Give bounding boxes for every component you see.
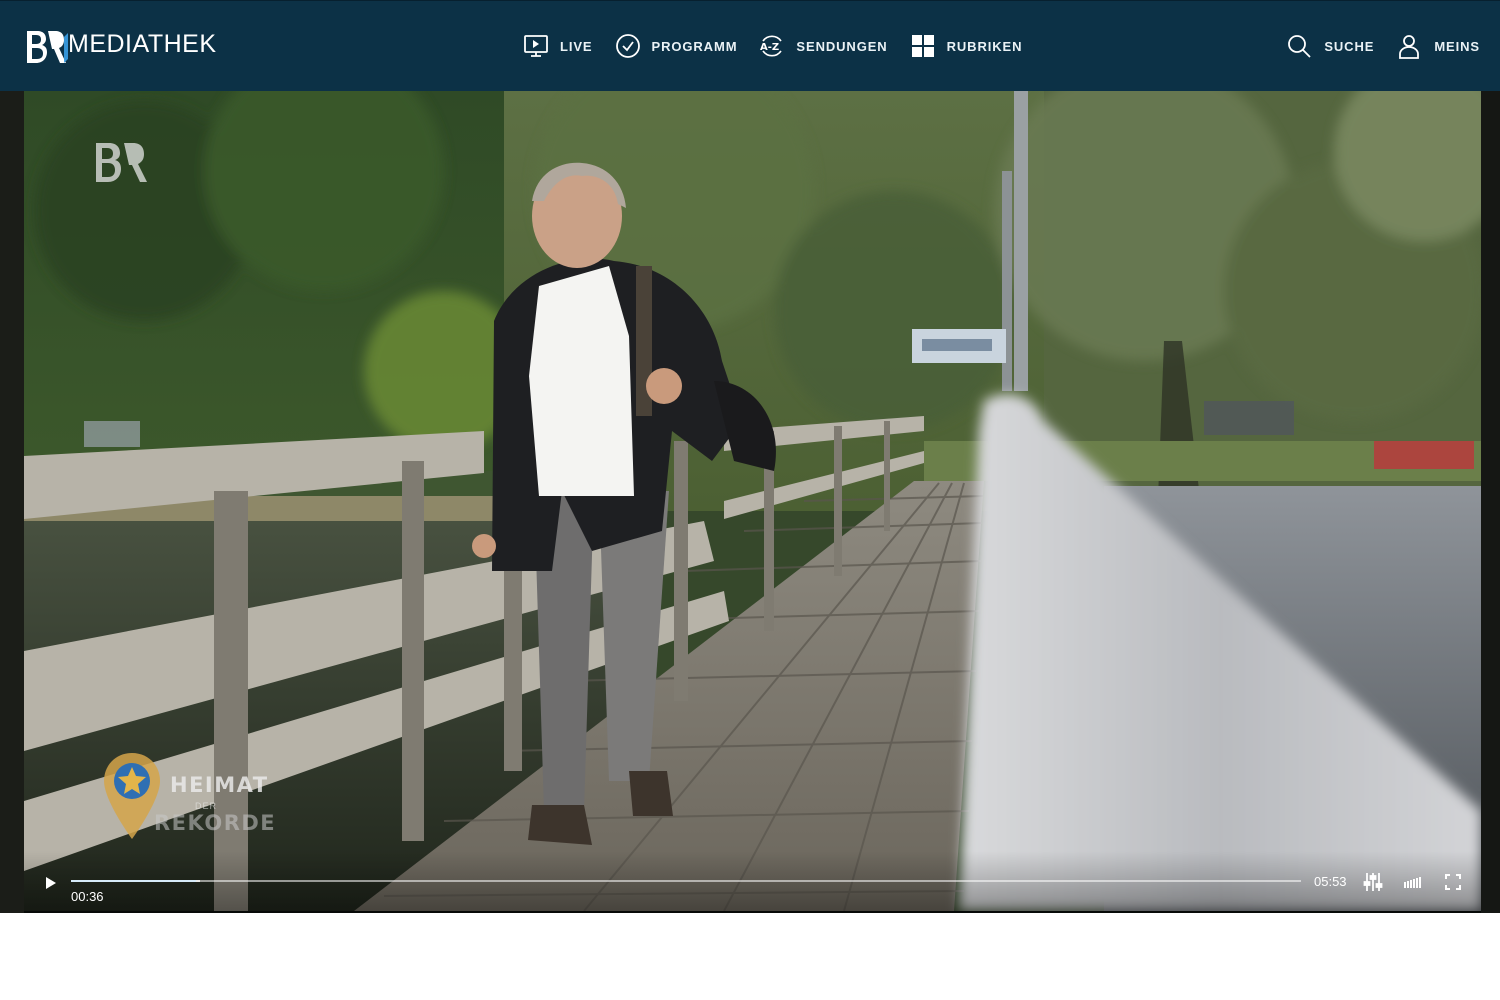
settings-sliders-icon[interactable] [1362, 871, 1384, 893]
nav-sendungen[interactable]: A-Z SENDUNGEN [759, 33, 887, 59]
player-letterbox-left [0, 91, 24, 913]
nav-programm[interactable]: PROGRAMM [615, 33, 738, 59]
monitor-play-icon [524, 35, 548, 57]
current-time: 00:36 [71, 889, 104, 904]
nav-live-label: LIVE [560, 38, 593, 54]
svg-text:A-Z: A-Z [760, 42, 779, 53]
fullscreen-icon[interactable] [1442, 871, 1464, 893]
nav-suche-label: SUCHE [1324, 38, 1375, 54]
clock-check-icon [615, 34, 640, 58]
nav-sendungen-label: SENDUNGEN [796, 38, 888, 54]
play-icon[interactable] [44, 875, 58, 891]
show-logo-line1: HEIMAT [170, 773, 269, 797]
quality-bars-icon[interactable] [1402, 871, 1424, 893]
nav-rubriken[interactable]: RUBRIKEN [910, 33, 1023, 59]
total-time: 05:53 [1314, 874, 1347, 889]
top-navigation-bar: MEDIATHEK LIVE PROGRAMM A-Z SENDUNGEN RU… [0, 0, 1500, 91]
a-z-icon: A-Z [760, 35, 783, 57]
show-logo-line2: DER [195, 801, 218, 811]
video-player[interactable]: HEIMAT DER REKORDE 00:36 05:53 [0, 91, 1500, 913]
nav-live[interactable]: LIVE [523, 33, 593, 59]
search-icon [1288, 35, 1311, 58]
nav-meins[interactable]: MEINS [1396, 33, 1480, 59]
br-mediathek-logo[interactable]: MEDIATHEK [24, 29, 217, 65]
nav-meins-label: MEINS [1434, 38, 1480, 54]
show-logo-line3: REKORDE [154, 811, 277, 835]
nav-rubriken-label: RUBRIKEN [946, 38, 1023, 54]
nav-suche[interactable]: SUCHE [1286, 33, 1374, 59]
progress-buffered [71, 880, 201, 882]
logo-text: MEDIATHEK [68, 29, 217, 58]
progress-bar[interactable] [71, 880, 1301, 882]
user-nav: SUCHE MEINS [1264, 33, 1480, 59]
br-logo-icon [27, 31, 68, 63]
show-logo-text: HEIMAT DER REKORDE [100, 753, 300, 853]
nav-programm-label: PROGRAMM [651, 38, 738, 54]
main-nav: LIVE PROGRAMM A-Z SENDUNGEN RUBRIKEN [523, 33, 1044, 59]
player-letterbox-right [1481, 91, 1500, 913]
grid-icon [911, 35, 934, 57]
player-controls: 00:36 05:53 [24, 851, 1481, 913]
user-icon [1399, 35, 1420, 59]
